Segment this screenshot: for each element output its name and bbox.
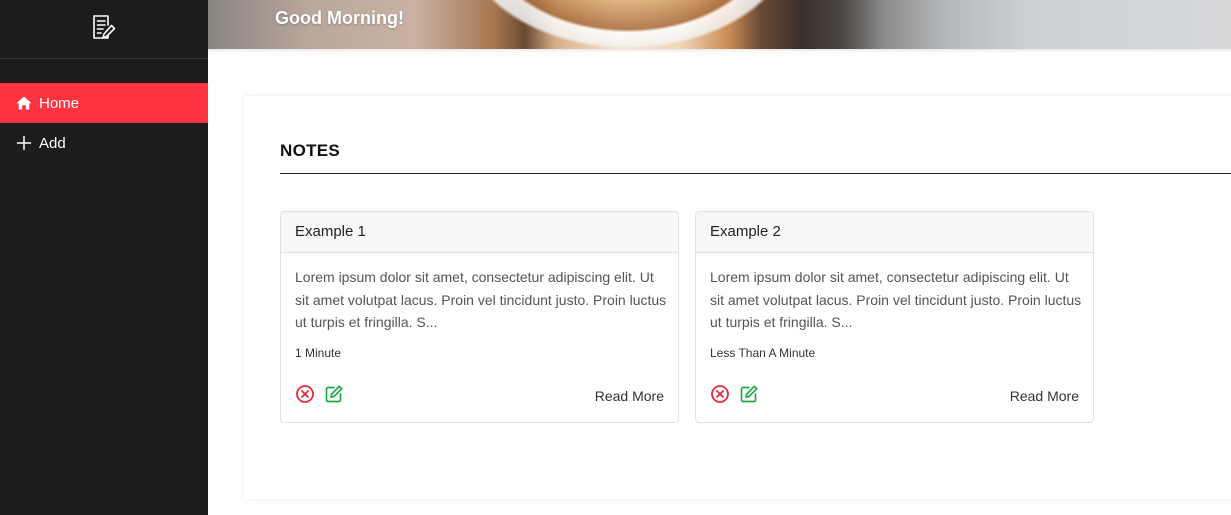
sidebar-item-label: Add bbox=[39, 134, 66, 152]
note-actions bbox=[710, 384, 759, 404]
note-card: Example 2 Lorem ipsum dolor sit amet, co… bbox=[695, 211, 1094, 423]
header-banner: Good Morning! bbox=[208, 0, 1231, 49]
note-preview: Lorem ipsum dolor sit amet, consectetur … bbox=[295, 269, 667, 330]
header-divider bbox=[208, 49, 1231, 53]
delete-icon[interactable] bbox=[295, 384, 315, 404]
sidebar-item-home[interactable]: Home bbox=[0, 83, 208, 123]
note-preview: Lorem ipsum dolor sit amet, consectetur … bbox=[710, 269, 1082, 330]
edit-icon[interactable] bbox=[739, 384, 759, 404]
title-divider bbox=[280, 173, 1231, 174]
read-more-link[interactable]: Read More bbox=[595, 388, 664, 404]
note-title: Example 2 bbox=[696, 212, 1093, 253]
sidebar: Home Add bbox=[0, 0, 208, 515]
edit-icon[interactable] bbox=[324, 384, 344, 404]
page-title: NOTES bbox=[280, 141, 341, 160]
notes-icon bbox=[90, 13, 118, 46]
header-background-image bbox=[458, 0, 798, 49]
home-icon bbox=[16, 95, 32, 111]
read-more-link[interactable]: Read More bbox=[1010, 388, 1079, 404]
note-card: Example 1 Lorem ipsum dolor sit amet, co… bbox=[280, 211, 679, 423]
note-read-time: Less Than A Minute bbox=[710, 346, 816, 360]
plus-icon bbox=[16, 135, 32, 151]
greeting-text: Good Morning! bbox=[275, 8, 404, 28]
note-title: Example 1 bbox=[281, 212, 678, 253]
delete-icon[interactable] bbox=[710, 384, 730, 404]
sidebar-item-add[interactable]: Add bbox=[0, 123, 208, 163]
sidebar-logo bbox=[0, 0, 208, 59]
sidebar-item-label: Home bbox=[39, 94, 80, 112]
note-read-time: 1 Minute bbox=[295, 346, 342, 360]
notes-panel: NOTES Example 1 Lorem ipsum dolor sit am… bbox=[244, 96, 1231, 499]
note-actions bbox=[295, 384, 344, 404]
